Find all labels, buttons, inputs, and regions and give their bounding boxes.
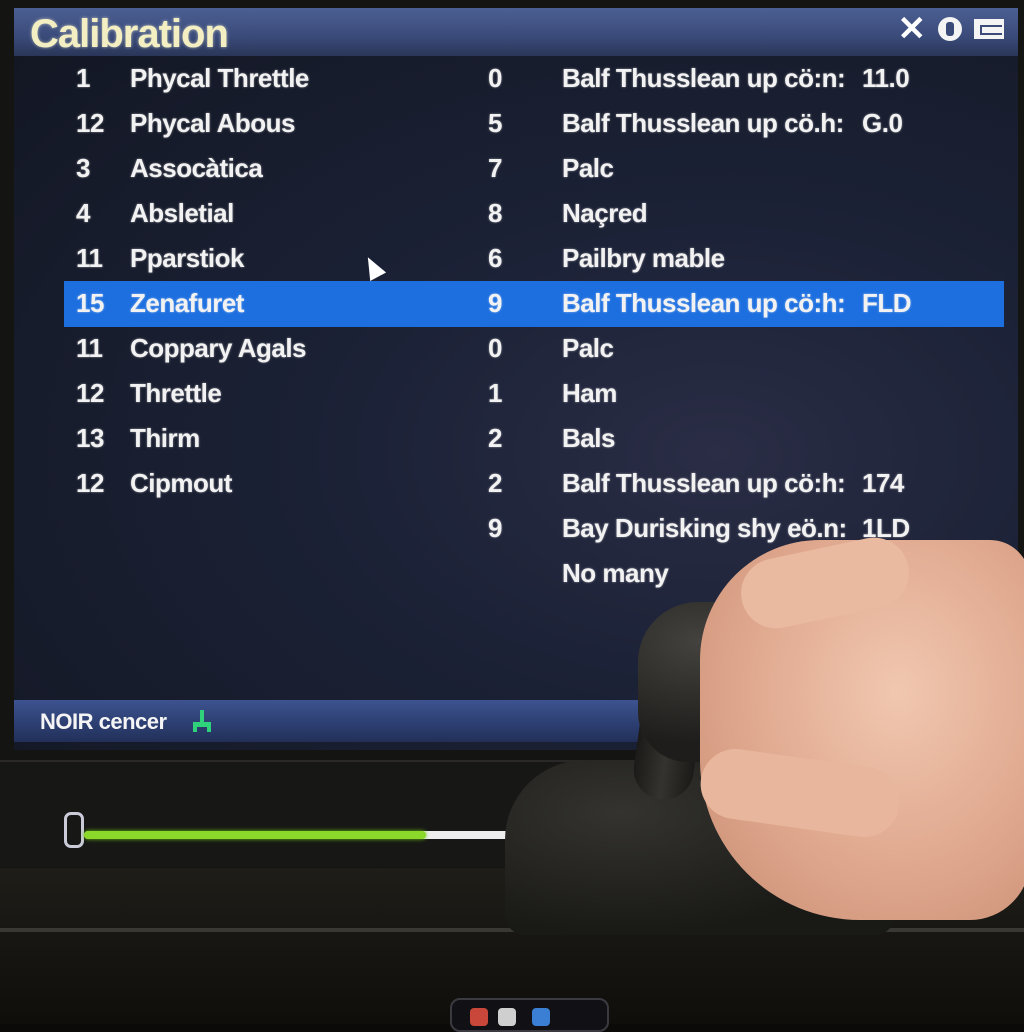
title-bar: Calibration ✕ xyxy=(14,8,1018,56)
browser-app-icon[interactable] xyxy=(532,1008,550,1026)
row-parameter: Balf Thusslean up cö:h: xyxy=(562,288,846,318)
row-number: 3 xyxy=(76,153,90,183)
row-name: Cipmout xyxy=(130,468,232,498)
row-value: 9 xyxy=(488,513,502,543)
row-value: 8 xyxy=(488,198,502,228)
restore-icon[interactable] xyxy=(974,19,1004,39)
row-parameter: Balf Thusslean up cö.h: xyxy=(562,108,844,138)
row-number: 15 xyxy=(76,288,104,318)
chrome-app-icon[interactable] xyxy=(470,1008,488,1026)
row-value: 1 xyxy=(488,378,502,408)
list-row[interactable]: 11 Coppary Agals 0 Palc xyxy=(14,326,1018,372)
slider-zero-marker xyxy=(64,812,84,848)
row-parameter: No many xyxy=(562,558,669,588)
list-row[interactable]: 12 Threttle 1 Ham xyxy=(14,371,1018,417)
row-value: 0 xyxy=(488,333,502,363)
throttle-slider[interactable] xyxy=(84,831,512,839)
row-name: Thirm xyxy=(130,423,200,453)
row-name: Absletial xyxy=(130,198,234,228)
row-name: Phycal Abous xyxy=(130,108,295,138)
row-name: Pparstiok xyxy=(130,243,245,273)
row-value: 9 xyxy=(488,288,502,318)
row-parameter: Bals xyxy=(562,423,615,453)
list-row-selected[interactable]: 15 Zenafuret 9 Balf Thusslean up cö:h: FLD xyxy=(64,281,1004,327)
row-value: 2 xyxy=(488,423,502,453)
slider-fill xyxy=(84,831,427,839)
list-row[interactable]: 1 Phycal Threttle 0 Balf Thusslean up cö:n:… xyxy=(14,56,1018,102)
row-reading: FLD xyxy=(862,288,912,318)
row-number: 12 xyxy=(76,378,104,408)
row-name: Coppary Agals xyxy=(130,333,307,363)
window-controls: ✕ xyxy=(898,12,1004,46)
row-value: 0 xyxy=(488,63,502,93)
row-number: 1 xyxy=(76,63,90,93)
row-reading: 174 xyxy=(862,468,904,498)
row-parameter: Balf Thusslean up cö:n: xyxy=(562,63,846,93)
row-number: 4 xyxy=(76,198,90,228)
row-number: 11 xyxy=(76,243,103,273)
list-row[interactable]: 13 Thirm 2 Bals xyxy=(14,416,1018,462)
row-name: Zenafuret xyxy=(130,288,244,318)
row-parameter: Ham xyxy=(562,378,617,408)
settings-icon[interactable] xyxy=(938,17,962,41)
status-text: NOIR cencer xyxy=(40,709,167,734)
row-value: 6 xyxy=(488,243,502,273)
row-parameter: Palc xyxy=(562,333,614,363)
list-row[interactable]: 12 Phycal Abous 5 Balf Thusslean up cö.h: G.… xyxy=(14,101,1018,147)
row-number: 11 xyxy=(76,333,103,363)
window-title: Calibration xyxy=(30,12,229,56)
row-name: Assocàtica xyxy=(130,153,263,183)
row-value: 7 xyxy=(488,153,502,183)
row-reading: 11.0 xyxy=(862,63,910,93)
close-icon[interactable]: ✕ xyxy=(898,12,927,46)
row-number: 12 xyxy=(76,108,104,138)
list-row[interactable]: 3 Assocàtica 7 Palc xyxy=(14,146,1018,192)
taskbar-dock xyxy=(450,998,609,1032)
row-number: 13 xyxy=(76,423,104,453)
files-app-icon[interactable] xyxy=(498,1008,516,1026)
row-parameter: Balf Thusslean up cö:h: xyxy=(562,468,846,498)
list-row[interactable]: 12 Cipmout 2 Balf Thusslean up cö:h: 174 xyxy=(14,461,1018,507)
row-parameter: Bay Durisking shy eö.n: xyxy=(562,513,847,543)
list-row[interactable]: 11 Pparstiok 6 Pailbry mable xyxy=(14,236,1018,282)
row-parameter: Pailbry mable xyxy=(562,243,725,273)
row-value: 5 xyxy=(488,108,502,138)
joystick-icon xyxy=(193,710,211,732)
row-name: Phycal Threttle xyxy=(130,63,309,93)
row-value: 2 xyxy=(488,468,502,498)
row-parameter: Naçred xyxy=(562,198,648,228)
row-name: Threttle xyxy=(130,378,222,408)
list-row[interactable]: 4 Absletial 8 Naçred xyxy=(14,191,1018,237)
row-reading: G.0 xyxy=(862,108,903,138)
row-parameter: Palc xyxy=(562,153,614,183)
row-number: 12 xyxy=(76,468,104,498)
